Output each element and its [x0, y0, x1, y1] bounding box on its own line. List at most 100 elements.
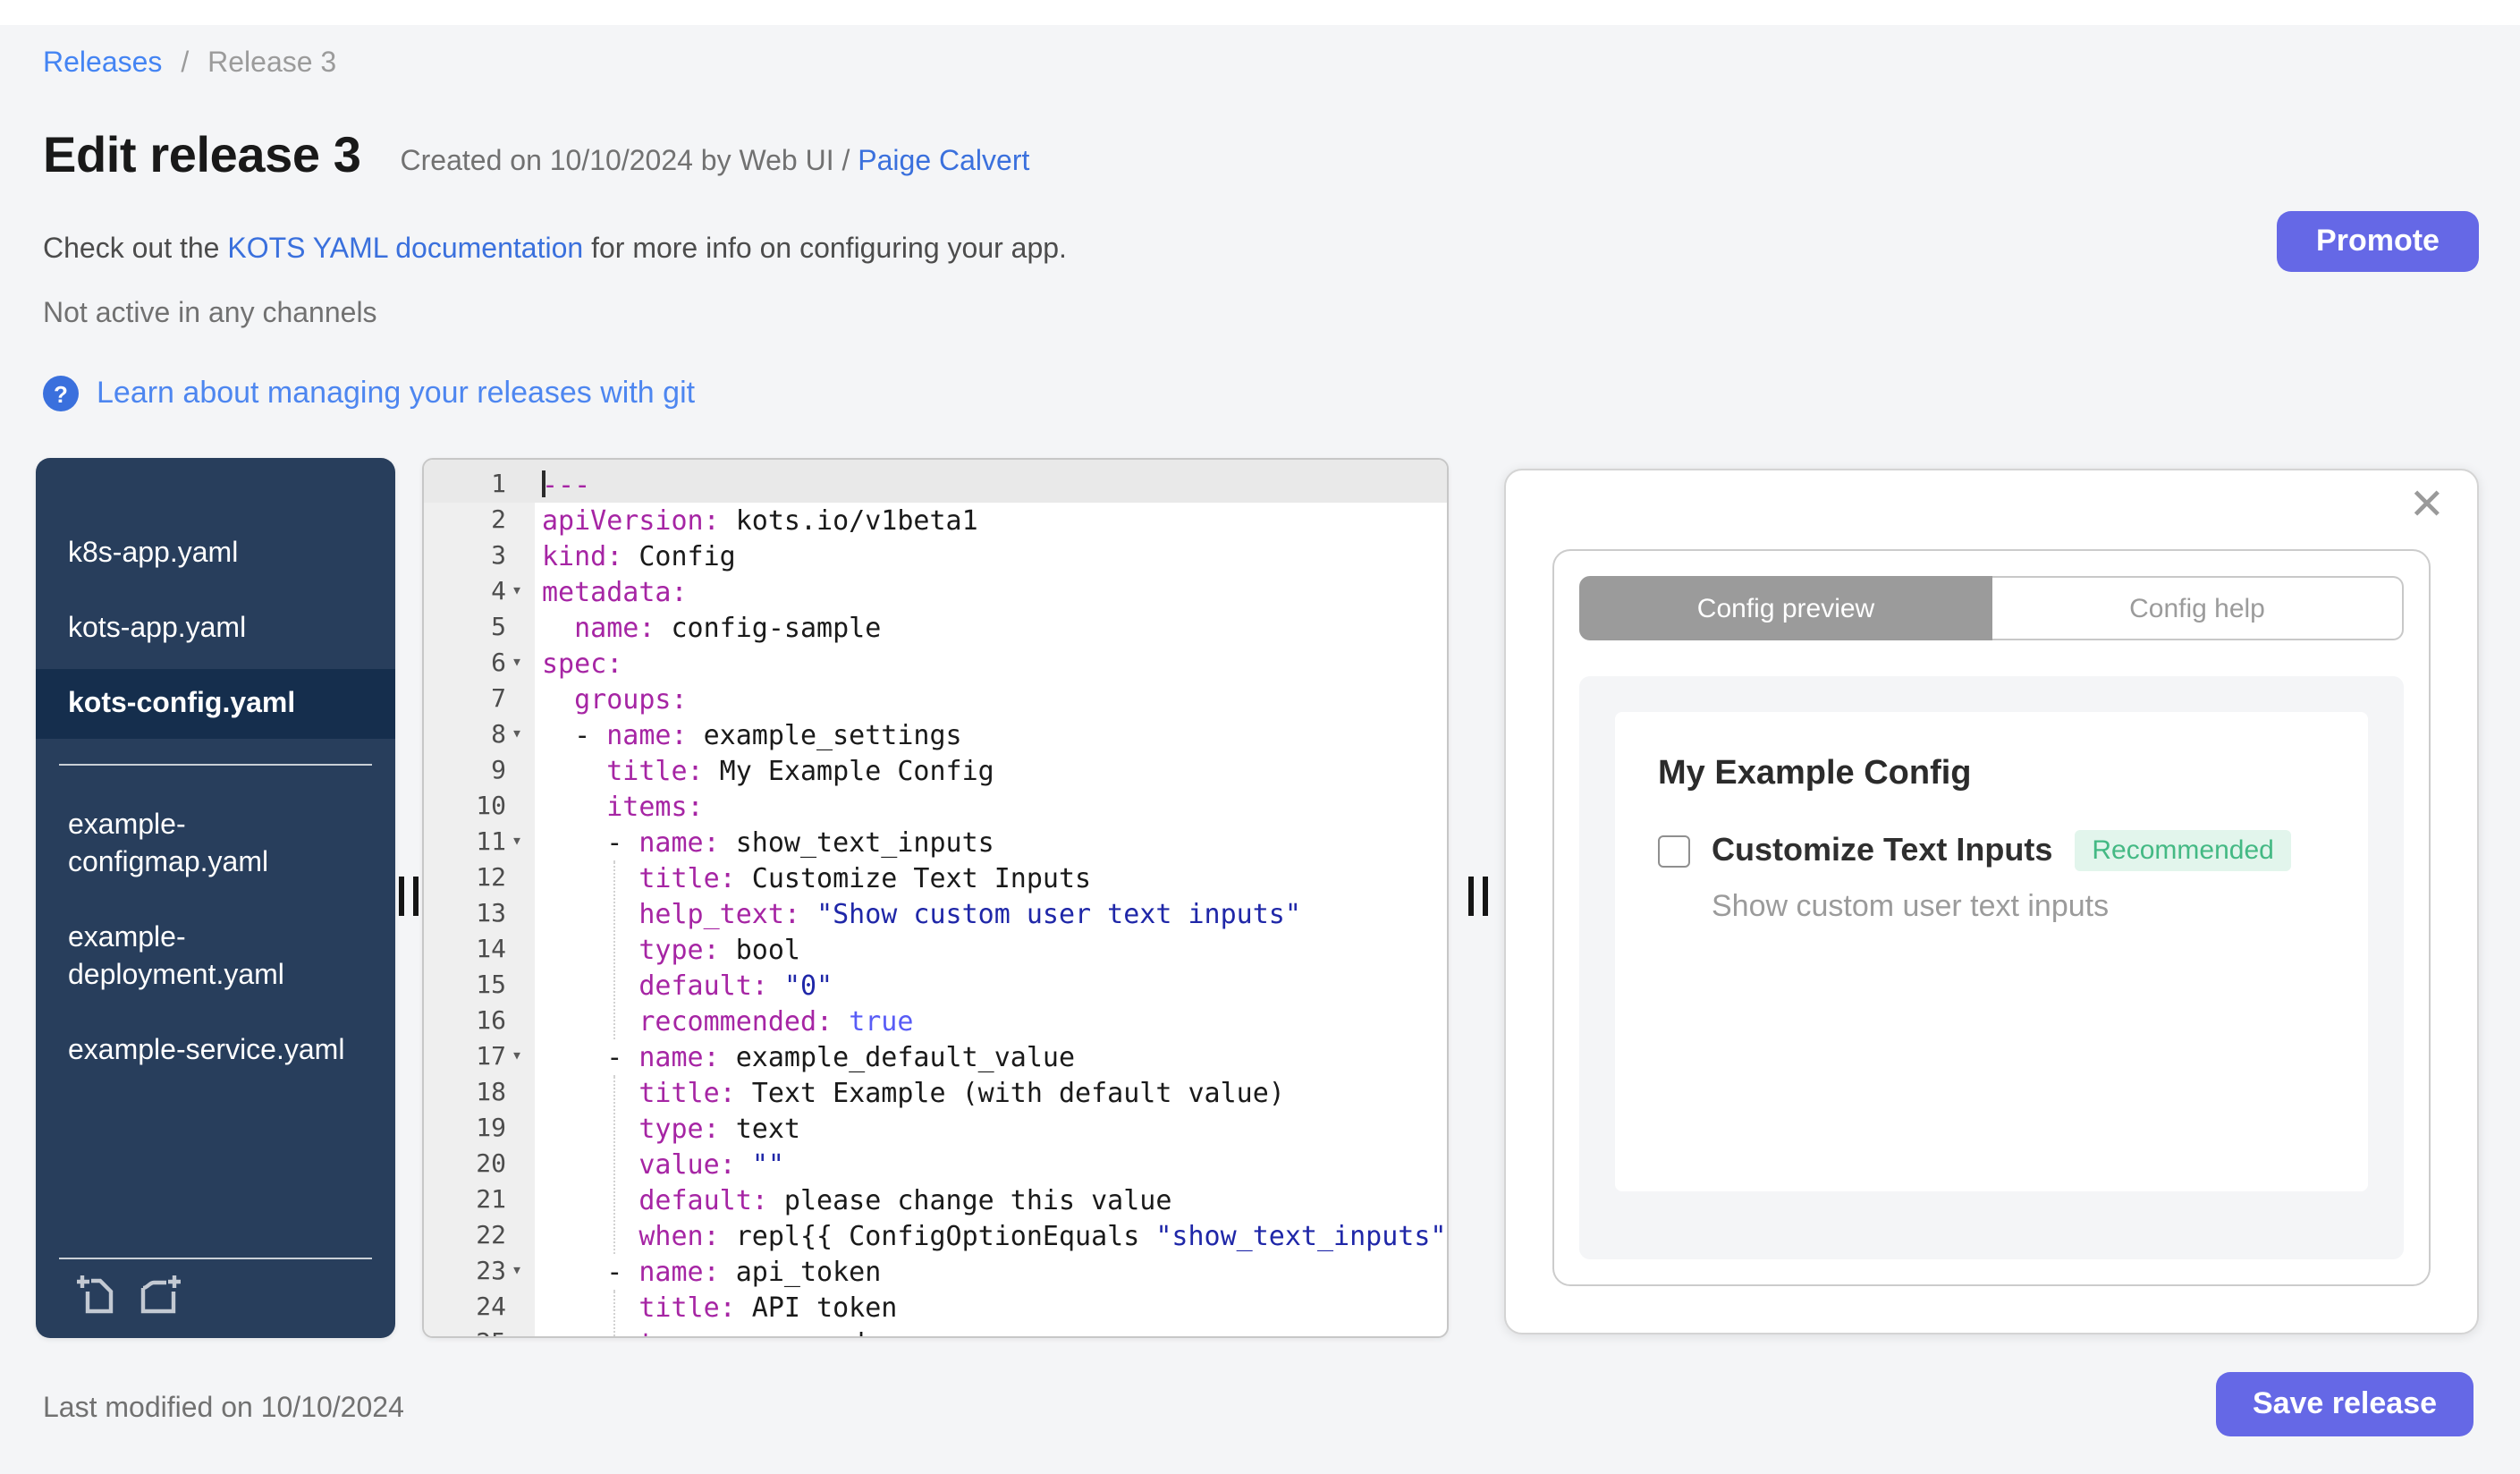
code-text: ---	[542, 469, 591, 501]
code-text: default: please change this value	[638, 1184, 1172, 1216]
fold-toggle-icon[interactable]: ▾	[506, 646, 535, 682]
line-number: 14	[424, 932, 506, 968]
code-line: 4 ▾ metadata:	[424, 574, 1447, 610]
created-author-link[interactable]: Paige Calvert	[858, 147, 1029, 177]
line-number: 20	[424, 1147, 506, 1182]
sidebar-file[interactable]: example-deployment.yaml	[36, 903, 395, 1011]
tab-config-preview[interactable]: Config preview	[1579, 576, 1992, 640]
doc-text-suffix: for more info on configuring your app.	[583, 234, 1067, 265]
code-text: when: repl{{ ConfigOptionEquals "show_te…	[638, 1220, 1447, 1252]
code-line: 16 recommended: true	[424, 1004, 1447, 1039]
line-number: 24	[424, 1290, 506, 1326]
fold-toggle-icon[interactable]: ▾	[506, 1039, 535, 1075]
code-line: 25 type: password	[424, 1326, 1447, 1336]
line-number: 12	[424, 860, 506, 896]
code-line: 20 value: ""	[424, 1147, 1447, 1182]
new-folder-icon	[140, 1275, 181, 1314]
code-line: 8 ▾ - name: example_settings	[424, 717, 1447, 753]
fold-spacer	[506, 503, 535, 538]
code-text: help_text: "Show custom user text inputs…	[638, 898, 1301, 930]
code-text: type: password	[535, 1326, 1447, 1336]
doc-link[interactable]: KOTS YAML documentation	[227, 234, 583, 265]
code-line: 2 apiVersion: kots.io/v1beta1	[424, 503, 1447, 538]
line-number: 17	[424, 1039, 506, 1075]
code-text: title: Text Example (with default value)	[638, 1077, 1285, 1109]
fold-toggle-icon[interactable]: ▾	[506, 717, 535, 753]
git-link[interactable]: Learn about managing your releases with …	[97, 376, 695, 411]
fold-spacer	[506, 932, 535, 968]
new-file-button[interactable]	[75, 1274, 118, 1317]
sidebar-editor-resize-handle[interactable]	[399, 877, 419, 916]
line-number: 22	[424, 1218, 506, 1254]
new-file-icon	[77, 1275, 114, 1314]
sidebar-file[interactable]: example-service.yaml	[36, 1016, 395, 1086]
help-icon: ?	[43, 376, 79, 411]
code-line: 11 ▾ - name: show_text_inputs	[424, 825, 1447, 860]
fold-toggle-icon[interactable]: ▾	[506, 1254, 535, 1290]
save-release-button[interactable]: Save release	[2216, 1372, 2473, 1436]
breadcrumb-separator: /	[181, 48, 190, 79]
created-info: Created on 10/10/2024 by Web UI / Paige …	[401, 147, 1030, 186]
tab-config-help[interactable]: Config help	[1992, 576, 2404, 640]
workspace: k8s-app.yaml kots-app.yaml kots-config.yam…	[36, 458, 2479, 1338]
promote-button[interactable]: Promote	[2277, 211, 2479, 272]
config-checkbox[interactable]	[1658, 834, 1690, 867]
code-text: name: config-sample	[574, 612, 882, 644]
fold-spacer	[506, 682, 535, 717]
breadcrumb-link-releases[interactable]: Releases	[43, 48, 162, 79]
line-number: 11	[424, 825, 506, 860]
fold-spacer	[506, 968, 535, 1004]
sidebar-bottom	[59, 1258, 372, 1327]
code-line: 9 title: My Example Config	[424, 753, 1447, 789]
fold-toggle-icon[interactable]: ▾	[506, 574, 535, 610]
fold-spacer	[506, 896, 535, 932]
sidebar-file[interactable]: k8s-app.yaml	[36, 519, 395, 589]
code-line: 24 title: API token	[424, 1290, 1447, 1326]
config-card: My Example Config Customize Text Inputs …	[1615, 712, 2368, 1191]
code-line: 7 groups:	[424, 682, 1447, 717]
last-modified: Last modified on 10/10/2024	[43, 1394, 404, 1424]
sidebar-file[interactable]: kots-app.yaml	[36, 594, 395, 664]
line-number: 10	[424, 789, 506, 825]
recommended-badge: Recommended	[2074, 830, 2292, 871]
line-number: 19	[424, 1111, 506, 1147]
close-button[interactable]: ✕	[2409, 484, 2445, 528]
sidebar-divider	[59, 764, 372, 766]
fold-spacer	[506, 467, 535, 503]
code-text: type: bool	[638, 934, 800, 966]
code-text: title: API token	[638, 1292, 898, 1324]
code-text: default: "0"	[638, 970, 833, 1002]
fold-spacer	[506, 610, 535, 646]
config-group-title: My Example Config	[1658, 755, 1972, 792]
line-number: 6	[424, 646, 506, 682]
code-text: title: Customize Text Inputs	[638, 862, 1092, 894]
fold-toggle-icon[interactable]: ▾	[506, 825, 535, 860]
git-help-row: ? Learn about managing your releases wit…	[43, 376, 695, 411]
fold-spacer	[506, 753, 535, 789]
code-line: 15 default: "0"	[424, 968, 1447, 1004]
line-number: 25	[424, 1326, 506, 1336]
code-text: items:	[606, 791, 704, 823]
file-sidebar: k8s-app.yaml kots-app.yaml kots-config.yam…	[36, 458, 395, 1338]
line-number: 13	[424, 896, 506, 932]
fold-spacer	[506, 1290, 535, 1326]
indent-guide	[613, 860, 615, 1039]
code-line: 13 help_text: "Show custom user text inp…	[424, 896, 1447, 932]
yaml-editor[interactable]: 1 --- 2 apiVersion: kots.io/v1beta1 3 kind: C…	[422, 458, 1449, 1338]
code-text: - name: show_text_inputs	[542, 826, 994, 859]
code-line: 6 ▾ spec:	[424, 646, 1447, 682]
code-line: 19 type: text	[424, 1111, 1447, 1147]
sidebar-file[interactable]: example-configmap.yaml	[36, 791, 395, 898]
code-line: 17 ▾ - name: example_default_value	[424, 1039, 1447, 1075]
code-line: 1 ---	[424, 467, 1447, 503]
config-item-row: Customize Text Inputs Recommended	[1658, 830, 2325, 871]
editor-preview-resize-handle[interactable]	[1468, 877, 1488, 916]
line-number: 1	[424, 467, 506, 503]
fold-spacer	[506, 1326, 535, 1336]
new-folder-button[interactable]	[140, 1274, 182, 1317]
doc-text-prefix: Check out the	[43, 234, 228, 265]
code-text: value: ""	[638, 1148, 784, 1181]
fold-spacer	[506, 1182, 535, 1218]
sidebar-file[interactable]: kots-config.yaml	[36, 669, 395, 739]
code-text: type: text	[638, 1113, 800, 1145]
